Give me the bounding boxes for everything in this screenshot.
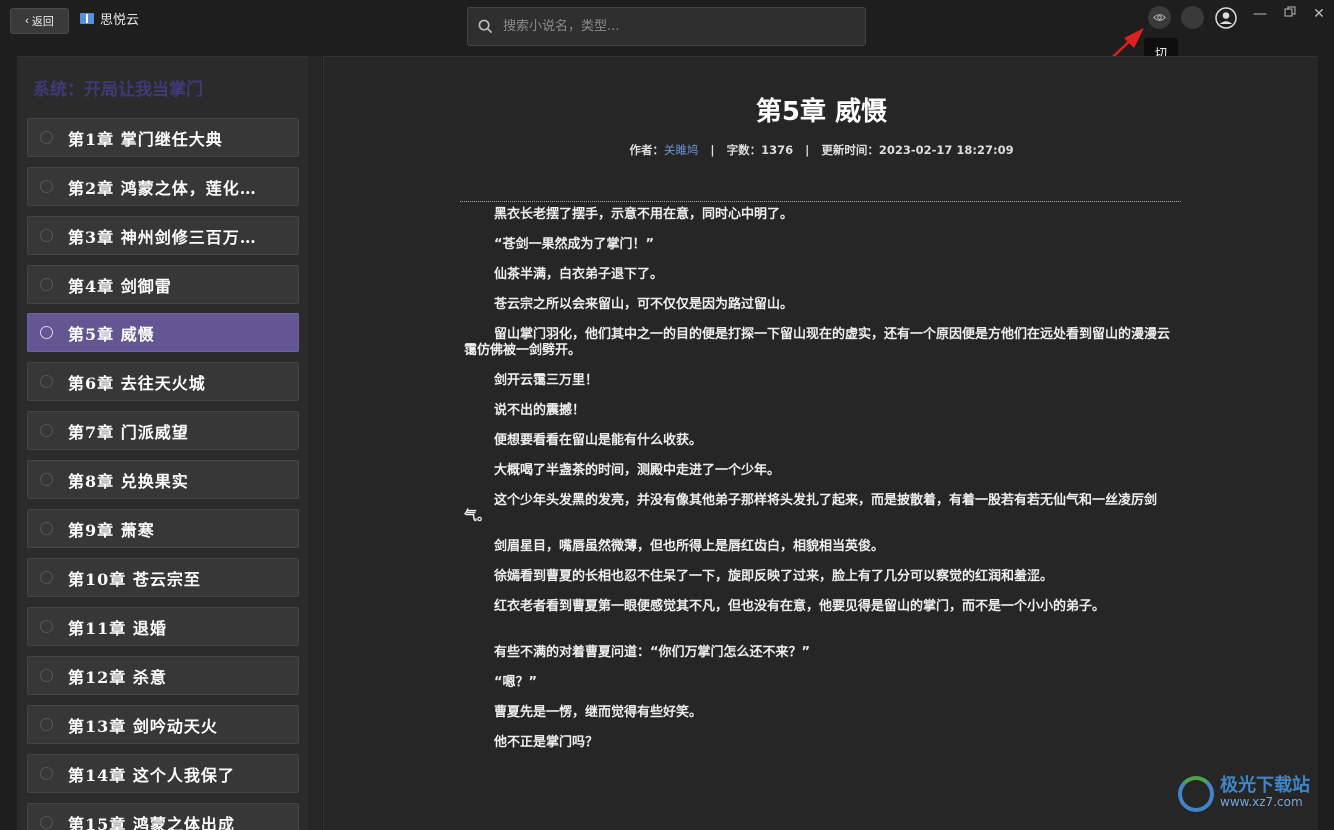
back-label: 返回 [31, 16, 54, 28]
heart-icon [40, 229, 53, 242]
chapter-item[interactable]: 第7章 门派威望 [27, 411, 299, 450]
chapter-item[interactable]: 第1章 掌门继任大典 [27, 118, 299, 157]
heart-icon [40, 278, 53, 291]
watermark-logo-icon [1178, 776, 1214, 812]
chapter-label: 第15章 鸿蒙之体出成 [68, 814, 235, 830]
heart-icon [40, 180, 53, 193]
chapter-label: 第5章 威慑 [68, 324, 155, 344]
paragraph: 大概喝了半盏茶的时间，测殿中走进了一个少年。 [494, 463, 781, 478]
settings-button[interactable] [1181, 6, 1204, 29]
watermark-name: 极光下载站 [1220, 775, 1310, 796]
chapter-label: 第4章 剑御雷 [68, 276, 172, 296]
paragraph: 黑衣长老摆了摆手，示意不用在意，同时心中明了。 [494, 207, 794, 222]
paragraph: “苍剑一果然成为了掌门！” [494, 237, 655, 252]
back-button[interactable]: ‹ 返回 [10, 8, 69, 34]
heart-icon [40, 131, 53, 144]
app-title: 思悦云 [80, 9, 139, 28]
restore-icon [1284, 6, 1296, 17]
heart-icon [40, 522, 53, 535]
search-icon [478, 19, 493, 34]
heart-icon [40, 375, 53, 388]
meta-separator: | [805, 143, 810, 157]
chapter-label: 第10章 苍云宗至 [68, 569, 201, 589]
content-divider [460, 201, 1181, 202]
paragraph: 苍云宗之所以会来留山，可不仅仅是因为路过留山。 [494, 297, 794, 312]
toggle-daylight-button[interactable] [1148, 6, 1171, 29]
chapter-item[interactable]: 第11章 退婚 [27, 607, 299, 646]
chapter-item-active[interactable]: 第5章 威慑 [27, 313, 299, 352]
chapter-label: 第11章 退婚 [68, 618, 167, 638]
paragraph: 仙茶半满，白衣弟子退下了。 [494, 267, 664, 282]
chapter-sidebar: 系统：开局让我当掌门 第1章 掌门继任大典 第2章 鸿蒙之体，莲化… 第3章 神… [17, 56, 308, 830]
app-name: 思悦云 [100, 13, 140, 28]
chapter-label: 第14章 这个人我保了 [68, 765, 235, 785]
heart-icon [40, 816, 53, 829]
chapter-item[interactable]: 第15章 鸿蒙之体出成 [27, 803, 299, 830]
chapter-label: 第12章 杀意 [68, 667, 167, 687]
search-box[interactable] [467, 7, 866, 46]
paragraph: 有些不满的对着曹夏问道：“你们万掌门怎么还不来？” [494, 645, 811, 660]
chapter-label: 第2章 鸿蒙之体，莲化… [68, 178, 257, 198]
user-button[interactable] [1214, 6, 1237, 29]
updated-time: 更新时间：2023-02-17 18:27:09 [821, 143, 1014, 157]
chapter-item[interactable]: 第10章 苍云宗至 [27, 558, 299, 597]
heart-icon [40, 424, 53, 437]
chapter-item[interactable]: 第13章 剑吟动天火 [27, 705, 299, 744]
paragraph: 他不正是掌门吗？ [494, 735, 599, 750]
watermark-url: www.xz7.com [1220, 795, 1303, 809]
chapter-title: 第5章 威慑 [755, 97, 888, 127]
paragraph: “嗯？” [494, 675, 538, 690]
reading-pane: 第5章 威慑 作者：关雎鸠 | 字数：1376 | 更新时间：2023-02-1… [323, 56, 1318, 830]
minimize-button[interactable]: — [1250, 6, 1270, 22]
paragraph: 曹夏先是一愣，继而觉得有些好笑。 [494, 705, 703, 720]
chapter-item[interactable]: 第12章 杀意 [27, 656, 299, 695]
paragraph: 说不出的震撼！ [494, 403, 586, 418]
chevron-left-icon: ‹ [25, 15, 29, 27]
close-button[interactable]: ✕ [1309, 6, 1329, 22]
chapter-label: 第1章 掌门继任大典 [68, 129, 223, 149]
heart-icon [40, 669, 53, 682]
content-scrollbar[interactable] [1318, 56, 1334, 830]
heart-icon [40, 473, 53, 486]
heart-icon [40, 571, 53, 584]
chapter-meta: 作者：关雎鸠 | 字数：1376 | 更新时间：2023-02-17 18:27… [324, 142, 1319, 158]
chapter-item[interactable]: 第9章 萧寒 [27, 509, 299, 548]
restore-button[interactable] [1280, 6, 1300, 22]
chapter-label: 第7章 门派威望 [68, 422, 189, 442]
sidebar-scrollbar[interactable] [308, 56, 322, 830]
chapter-label: 第13章 剑吟动天火 [68, 716, 218, 736]
heart-icon [40, 326, 53, 339]
chapter-label: 第9章 萧寒 [68, 520, 155, 540]
heart-icon [40, 767, 53, 780]
chapter-item[interactable]: 第4章 剑御雷 [27, 265, 299, 304]
chapter-label: 第8章 兑换果实 [68, 471, 189, 491]
author-label: 作者： [629, 143, 664, 157]
chapter-label: 第6章 去往天火城 [68, 373, 206, 393]
search-input[interactable] [503, 19, 843, 34]
paragraph: 剑眉星目，嘴唇虽然微薄，但也所得上是唇红齿白，相貌相当英俊。 [494, 539, 885, 554]
chapter-item[interactable]: 第6章 去往天火城 [27, 362, 299, 401]
paragraph: 剑开云霭三万里！ [494, 373, 599, 388]
paragraph: 留山掌门羽化，他们其中之一的目的便是打探一下留山现在的虚实，还有一个原因便是方他… [464, 327, 1171, 358]
meta-separator: | [710, 143, 715, 157]
author-link[interactable]: 关雎鸠 [664, 143, 699, 157]
user-icon [1214, 6, 1237, 29]
paragraph: 徐嫣看到曹夏的长相也忍不住呆了一下，旋即反映了过来，脸上有了几分可以察觉的红润和… [494, 569, 1054, 584]
paragraph: 这个少年头发黑的发亮，并没有像其他弟子那样将头发扎了起来，而是披散着，有着一股若… [464, 493, 1158, 524]
chapter-item[interactable]: 第3章 神州剑修三百万… [27, 216, 299, 255]
book-title: 系统：开局让我当掌门 [33, 80, 203, 100]
chapter-item[interactable]: 第2章 鸿蒙之体，莲化… [27, 167, 299, 206]
chapter-item[interactable]: 第14章 这个人我保了 [27, 754, 299, 793]
paragraph: 红衣老者看到曹夏第一眼便感觉其不凡，但也没有在意，他要见得是留山的掌门，而不是一… [494, 599, 1106, 614]
book-icon [80, 13, 94, 24]
watermark-text: 极光下载站 www.xz7.com [1220, 775, 1310, 810]
watermark: 极光下载站 www.xz7.com [1178, 776, 1310, 812]
word-count: 字数：1376 [726, 143, 794, 157]
chapter-item[interactable]: 第8章 兑换果实 [27, 460, 299, 499]
eye-icon [1153, 14, 1166, 21]
heart-icon [40, 620, 53, 633]
paragraph: 便想要看看在留山是能有什么收获。 [494, 433, 703, 448]
chapter-label: 第3章 神州剑修三百万… [68, 227, 257, 247]
heart-icon [40, 718, 53, 731]
